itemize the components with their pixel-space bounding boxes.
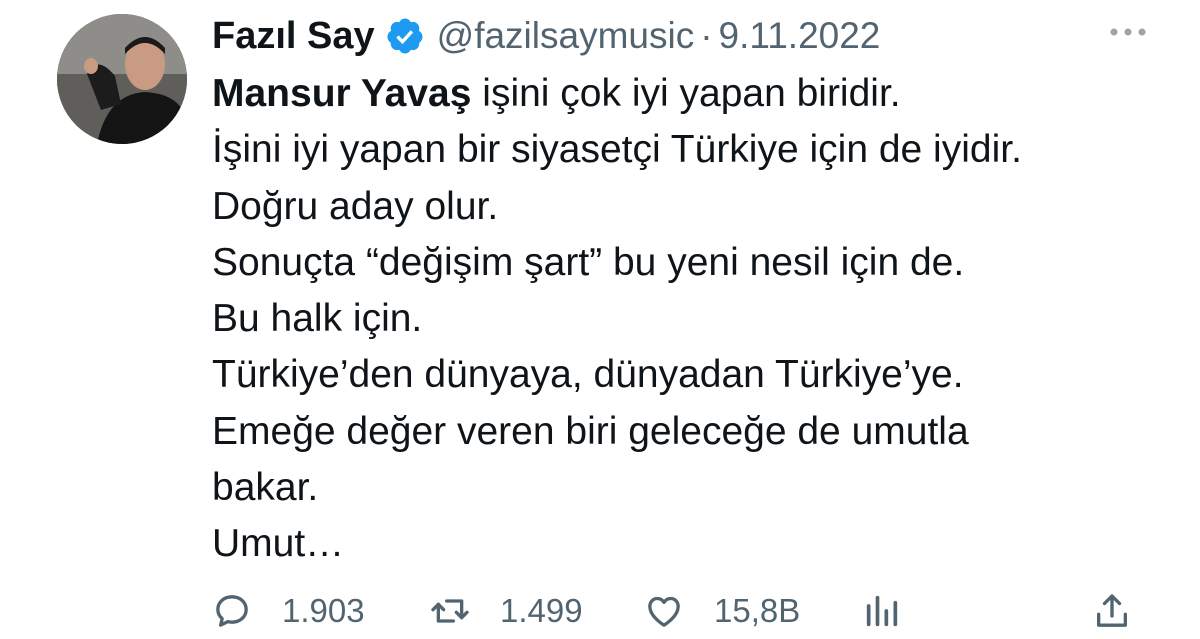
tweet[interactable]: Fazıl Say @fazilsaymusic · 9.11.2022 Man… [0,0,1200,639]
tweet-line: İşini iyi yapan bir siyasetçi Türkiye iç… [212,128,1022,172]
mention-bold: Mansur Yavaş [212,72,472,115]
like-count: 15,8B [714,592,801,629]
share-button[interactable] [1092,586,1132,636]
more-options-icon[interactable] [1106,22,1150,42]
retweet-icon [431,599,469,623]
avatar-photo-icon [57,14,187,144]
views-button[interactable] [862,586,902,636]
tweet-line: bakar. [212,466,319,510]
tweet-line: Bu halk için. [212,297,423,341]
tweet-text: Mansur Yavaş işini çok iyi yapan biridir… [212,66,1172,573]
avatar[interactable] [57,14,187,144]
display-name[interactable]: Fazıl Say [212,15,375,58]
reply-icon [216,595,248,627]
analytics-icon [866,595,898,627]
tweet-line-1-rest: işini çok iyi yapan biridir. [471,72,901,115]
tweet-actions: 1.903 1.499 15,8B [212,586,1162,636]
author-handle[interactable]: @fazilsaymusic [437,15,695,57]
tweet-line: Türkiye’den dünyaya, dünyadan Türkiye’ye… [212,353,964,397]
reply-button[interactable]: 1.903 [212,586,365,636]
tweet-line: Doğru aday olur. [212,184,499,228]
tweet-header: Fazıl Say @fazilsaymusic · 9.11.2022 [212,12,880,60]
reply-count: 1.903 [282,592,365,629]
tweet-line: Emeğe değer veren biri geleceğe de umutl… [212,409,969,453]
tweet-line: Umut… [212,522,345,566]
tweet-line: Sonuçta “değişim şart” bu yeni nesil içi… [212,240,965,284]
like-button[interactable]: 15,8B [644,586,800,636]
heart-icon [648,596,680,627]
separator: · [700,15,713,56]
share-icon [1097,594,1127,627]
retweet-count: 1.499 [500,592,583,629]
tweet-line-1: Mansur Yavaş işini çok iyi yapan biridir… [212,66,1172,122]
verified-badge-icon [387,18,423,54]
tweet-date[interactable]: 9.11.2022 [719,15,881,57]
retweet-button[interactable]: 1.499 [430,586,583,636]
